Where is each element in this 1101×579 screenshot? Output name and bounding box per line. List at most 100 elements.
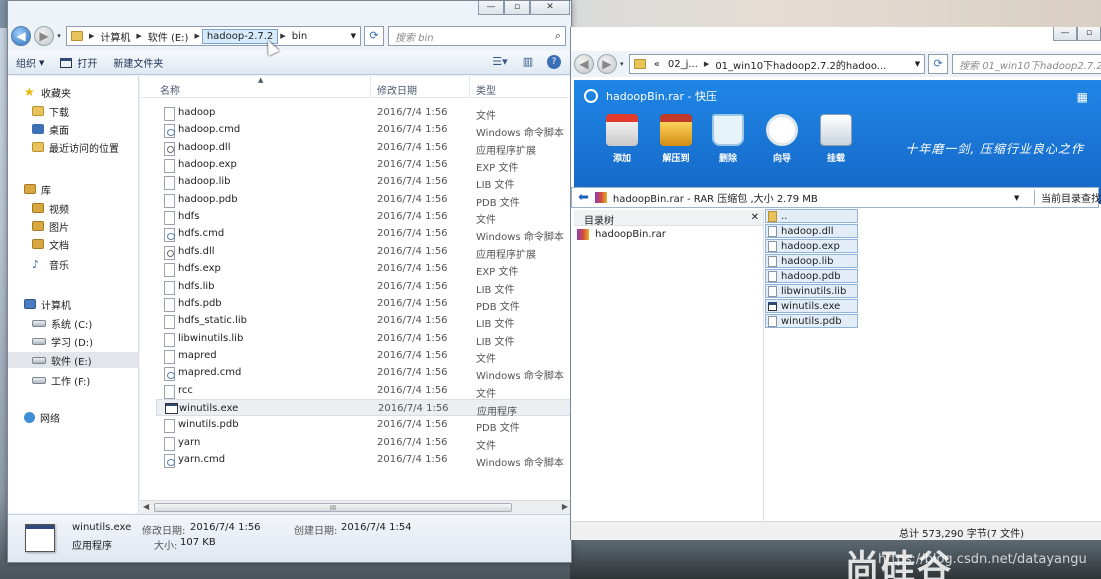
address-bar[interactable]: « 02_j... ▶ 01_win10下hadoop2.7.2的hadoo..… [628,54,926,74]
file-row[interactable]: winutils.pdb 2016/7/4 1:56 PDB 文件 [156,416,571,434]
back-button[interactable]: ◀ [11,26,31,46]
toolbar-button[interactable]: 向导 [758,114,806,164]
archive-entry[interactable]: libwinutils.lib [765,284,858,298]
tree-root-node[interactable]: hadoopBin.rar [577,229,666,240]
column-divider[interactable] [469,76,470,98]
archive-entry[interactable]: hadoop.dll [765,224,858,238]
file-row[interactable]: hadoop 2016/7/4 1:56 文件 [156,104,571,122]
column-type[interactable]: 类型 [476,82,496,97]
breadcrumb-parent[interactable]: 02_j... [664,59,702,70]
toolbar-button[interactable]: 挂载 [812,114,860,164]
file-row[interactable]: yarn 2016/7/4 1:56 文件 [156,434,571,452]
file-row[interactable]: rcc 2016/7/4 1:56 文件 [156,382,571,400]
forward-button[interactable]: ▶ [34,26,54,46]
file-row[interactable]: hadoop.pdb 2016/7/4 1:56 PDB 文件 [156,191,571,209]
chevron-down-icon[interactable]: ▼ [347,32,360,40]
breadcrumb-computer[interactable]: 计算机 [96,29,134,44]
find-in-directory-input[interactable]: 当前目录查找( [1034,190,1101,205]
archive-entry[interactable]: hadoop.lib [765,254,858,268]
file-row[interactable]: hdfs 2016/7/4 1:56 文件 [156,208,571,226]
archive-entry[interactable]: winutils.exe [765,299,858,313]
sidebar-item[interactable]: 工作 (F:) [8,372,139,388]
toolbar-button[interactable]: 解压到 [652,114,700,164]
breadcrumb-separator-icon[interactable]: ▶ [702,60,711,68]
search-icon[interactable]: ⌕ [555,29,561,43]
address-bar[interactable]: ▶ 计算机 ▶ 软件 (E:) ▶ hadoop-2.7.2 ▶ bin ▼ [66,26,361,46]
column-date[interactable]: 修改日期 [377,82,417,97]
sidebar-item[interactable]: 桌面 [8,121,139,137]
sidebar-item[interactable]: 文档 [8,236,139,252]
new-folder-button[interactable]: 新建文件夹 [105,55,171,70]
archive-entry[interactable]: winutils.pdb [765,314,858,328]
scroll-right-icon[interactable]: ▶ [562,502,568,511]
recent-pages-dropdown[interactable]: ▾ [617,60,627,68]
minimize-button[interactable]: — [1053,27,1077,41]
file-row[interactable]: hdfs.dll 2016/7/4 1:56 应用程序扩展 [156,243,571,261]
organize-button[interactable]: 组织 ▼ [8,55,52,71]
view-options-icon[interactable]: ☰▾ [491,55,509,71]
sidebar-item[interactable]: 计算机 [8,296,139,312]
refresh-button[interactable]: ⟳ [364,26,384,46]
pane-divider[interactable] [763,210,764,521]
recent-pages-dropdown[interactable]: ▾ [54,32,64,40]
sidebar-item[interactable]: 最近访问的位置 [8,139,139,155]
forward-button[interactable]: ▶ [596,54,617,74]
open-button[interactable]: 打开 [52,55,105,70]
sidebar-item[interactable]: 图片 [8,218,139,234]
file-row[interactable]: hdfs.pdb 2016/7/4 1:56 PDB 文件 [156,295,571,313]
search-input[interactable]: 搜索 01_win10下hadoop2.7.2... [952,54,1101,74]
chevron-down-icon[interactable]: ▼ [911,60,924,68]
archive-entry[interactable]: .. [765,209,858,223]
horizontal-scrollbar[interactable]: ◀ III ▶ [140,500,571,514]
sidebar-item[interactable]: 学习 (D:) [8,333,139,349]
scroll-left-icon[interactable]: ◀ [143,502,149,511]
maximize-button[interactable]: ▫ [504,1,530,15]
archive-entry[interactable]: hadoop.pdb [765,269,858,283]
sidebar-item[interactable]: 软件 (E:) [8,352,139,368]
menu-grid-icon[interactable]: ▦ [1077,90,1088,104]
back-button[interactable]: ◀ [574,54,594,74]
toolbar-button[interactable]: 添加 [598,114,646,164]
column-divider[interactable] [370,76,371,98]
file-row[interactable]: hdfs.lib 2016/7/4 1:56 LIB 文件 [156,278,571,296]
sidebar-item[interactable]: 视频 [8,200,139,216]
toolbar-button[interactable]: 删除 [704,114,752,164]
refresh-button[interactable]: ⟳ [928,54,949,74]
breadcrumb-current[interactable]: 01_win10下hadoop2.7.2的hadoo... [711,57,890,72]
file-row[interactable]: yarn.cmd 2016/7/4 1:56 Windows 命令脚本 [156,451,571,469]
archive-entry[interactable]: hadoop.exp [765,239,858,253]
sidebar-item[interactable]: 库 [8,181,139,197]
file-row[interactable]: hdfs_static.lib 2016/7/4 1:56 LIB 文件 [156,312,571,330]
arrow-left-icon[interactable]: ⬅ [572,190,595,205]
sidebar-item[interactable]: ♪ 音乐 [8,256,139,272]
help-icon[interactable]: ? [547,54,561,69]
file-row[interactable]: hdfs.exp 2016/7/4 1:56 EXP 文件 [156,260,571,278]
scrollbar-thumb[interactable]: III [154,503,512,512]
breadcrumb-overflow[interactable]: « [650,59,664,70]
breadcrumb-separator-icon[interactable]: ▶ [87,32,96,40]
close-button[interactable]: ✕ [530,1,570,15]
breadcrumb-separator-icon[interactable]: ▶ [278,32,287,40]
breadcrumb-separator-icon[interactable]: ▶ [134,32,143,40]
minimize-button[interactable]: — [478,1,504,15]
file-row[interactable]: winutils.exe 2016/7/4 1:56 应用程序 [156,398,571,418]
sidebar-item[interactable]: 系统 (C:) [8,315,139,331]
file-row[interactable]: hadoop.lib 2016/7/4 1:56 LIB 文件 [156,173,571,191]
preview-pane-icon[interactable]: ▥ [519,55,537,71]
file-row[interactable]: hadoop.exp 2016/7/4 1:56 EXP 文件 [156,156,571,174]
column-name[interactable]: 名称 [160,82,180,97]
sidebar-item[interactable]: 网络 [8,409,139,425]
maximize-button[interactable]: ▫ [1077,27,1101,41]
file-row[interactable]: hadoop.dll 2016/7/4 1:56 应用程序扩展 [156,139,571,157]
file-row[interactable]: hadoop.cmd 2016/7/4 1:56 Windows 命令脚本 [156,121,571,139]
breadcrumb-bin[interactable]: bin [288,31,311,42]
breadcrumb-separator-icon[interactable]: ▶ [192,32,201,40]
close-icon[interactable]: ✕ [751,212,759,223]
file-row[interactable]: mapred.cmd 2016/7/4 1:56 Windows 命令脚本 [156,364,571,382]
sidebar-item[interactable]: 下载 [8,103,139,119]
chevron-down-icon[interactable]: ▼ [1014,194,1019,202]
file-row[interactable]: hdfs.cmd 2016/7/4 1:56 Windows 命令脚本 [156,225,571,243]
file-row[interactable]: mapred 2016/7/4 1:56 文件 [156,347,571,365]
file-row[interactable]: libwinutils.lib 2016/7/4 1:56 LIB 文件 [156,330,571,348]
search-input[interactable]: 搜索 bin ⌕ [388,26,566,46]
